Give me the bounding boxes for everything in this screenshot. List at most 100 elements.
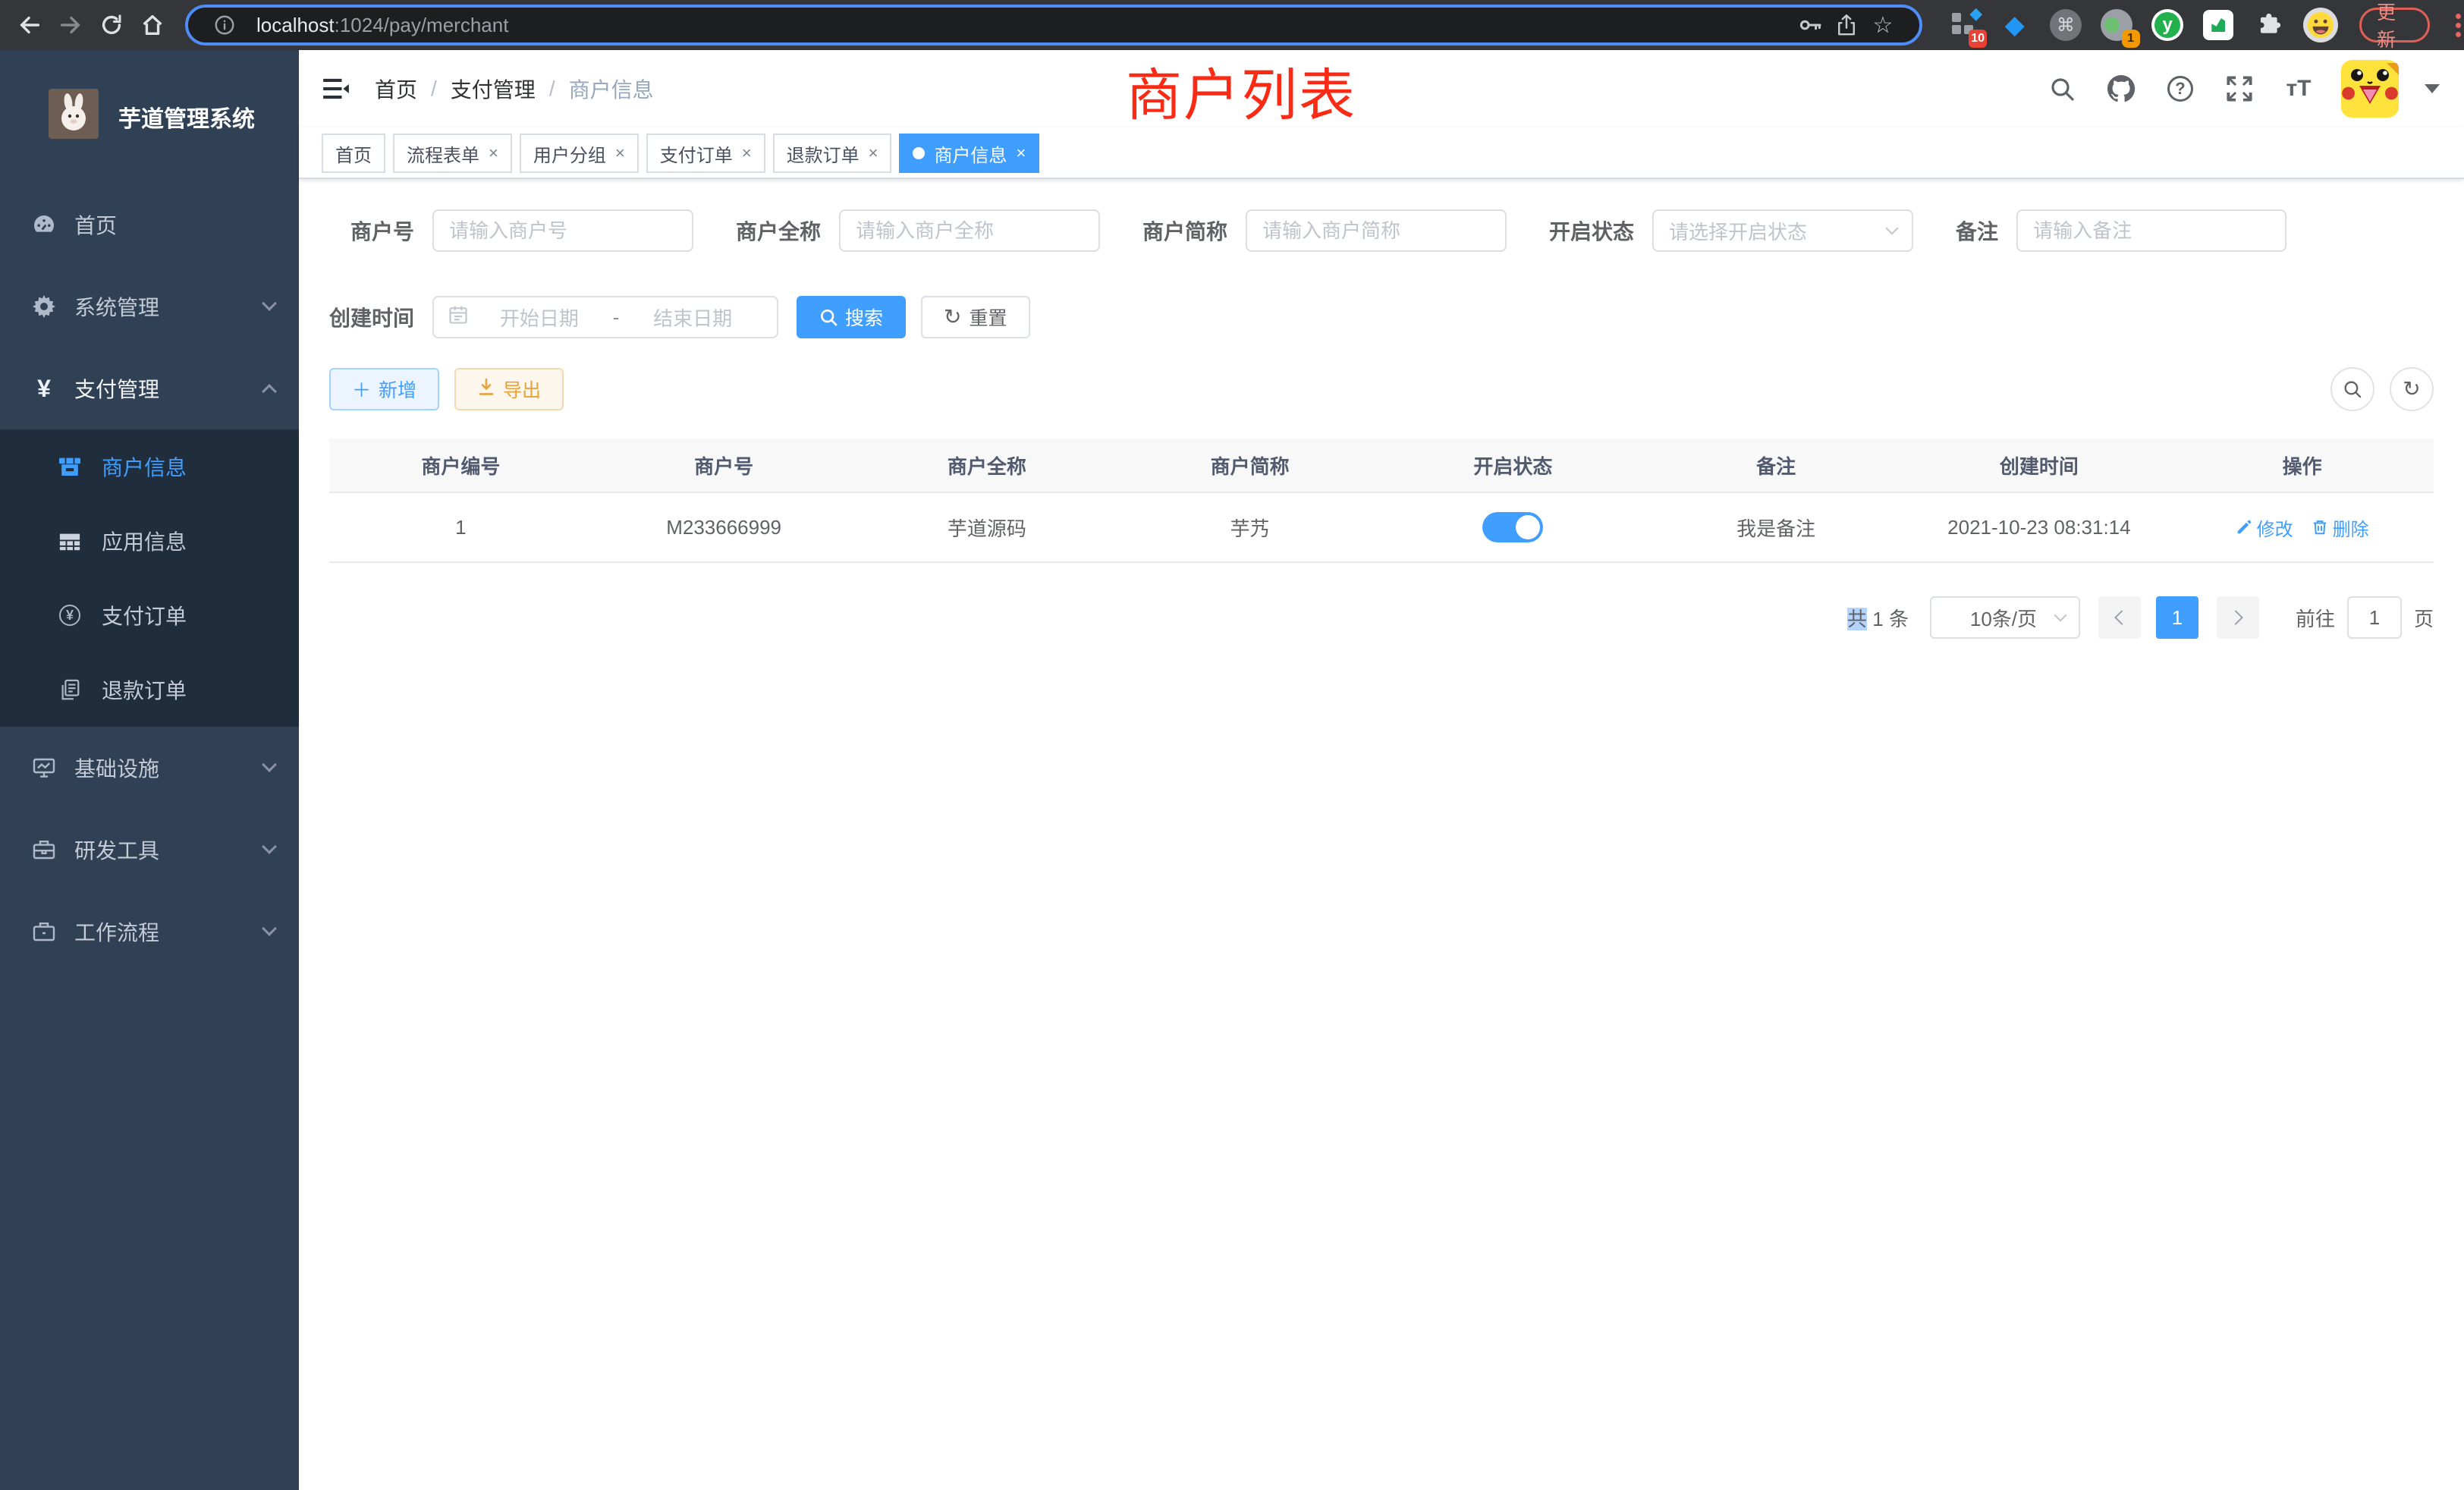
- browser-forward-icon[interactable]: [50, 5, 91, 46]
- cell-full-name: 芋道源码: [856, 514, 1119, 542]
- password-key-icon[interactable]: [1792, 7, 1828, 43]
- tags-view-bar: 首页 流程表单× 用户分组× 支付订单× 退款订单× 商户信息×: [299, 127, 2464, 179]
- cell-merchant-no: M233666999: [592, 516, 856, 539]
- goto-page-input[interactable]: [2347, 596, 2402, 639]
- browser-extensions: ◆ 10 ◆ ⌘ 1 y 更新: [1947, 7, 2464, 43]
- sidebar-item-workflow[interactable]: 工作流程: [0, 891, 299, 973]
- full-name-input[interactable]: [839, 209, 1100, 252]
- reset-button[interactable]: ↻ 重置: [921, 296, 1029, 338]
- breadcrumb-home[interactable]: 首页: [375, 74, 417, 104]
- create-time-range-picker[interactable]: 开始日期 - 结束日期: [432, 296, 778, 338]
- status-toggle[interactable]: [1482, 512, 1543, 542]
- sidebar-item-app-info[interactable]: 应用信息: [0, 504, 299, 578]
- y-extension-icon[interactable]: y: [2151, 7, 2185, 43]
- screen: localhost:1024/pay/merchant ☆ ◆ 10 ◆ ⌘ 1…: [0, 0, 2464, 1490]
- extension-badge: 10: [1969, 30, 1987, 48]
- plus-icon: ＋: [352, 376, 371, 403]
- cell-short-name: 芋艿: [1118, 514, 1381, 542]
- sidebar-item-pay[interactable]: ¥ 支付管理: [0, 347, 299, 429]
- tab-pay-order[interactable]: 支付订单×: [646, 134, 765, 173]
- close-icon[interactable]: ×: [489, 143, 498, 163]
- gear-icon: [26, 294, 62, 319]
- browser-home-icon[interactable]: [132, 5, 173, 46]
- monitor-icon: [26, 756, 62, 780]
- refresh-table-button[interactable]: ↻: [2390, 367, 2434, 411]
- user-avatar[interactable]: [2341, 60, 2399, 118]
- close-icon[interactable]: ×: [869, 143, 878, 163]
- pinned-extension-icon[interactable]: ◆ 10: [1947, 7, 1981, 43]
- chevron-down-icon: [2054, 609, 2066, 622]
- page-1-button[interactable]: 1: [2156, 596, 2198, 639]
- site-info-icon[interactable]: [206, 7, 243, 43]
- app-logo[interactable]: 芋道管理系统: [0, 50, 299, 184]
- active-dot: [913, 147, 925, 159]
- start-date-placeholder: 开始日期: [469, 303, 610, 332]
- remark-input[interactable]: [2016, 209, 2286, 252]
- refresh-icon: ↻: [2403, 379, 2420, 400]
- edit-link[interactable]: 修改: [2236, 514, 2293, 541]
- delete-link[interactable]: 删除: [2312, 514, 2369, 541]
- github-icon[interactable]: [2104, 72, 2138, 105]
- address-bar[interactable]: localhost:1024/pay/merchant ☆: [185, 5, 1922, 46]
- command-extension-icon[interactable]: ⌘: [2048, 7, 2082, 43]
- total-count: 共 1 条: [1847, 604, 1909, 632]
- pagination: 共 1 条 10条/页 1 前往 页: [329, 596, 2434, 639]
- tab-process-form[interactable]: 流程表单×: [393, 134, 512, 173]
- sidebar: 芋道管理系统 首页 系统管理 ¥ 支付管理: [0, 50, 299, 1490]
- next-page-button[interactable]: [2217, 596, 2259, 639]
- yen-circle-icon: ¥: [55, 605, 85, 626]
- tab-merchant-info[interactable]: 商户信息×: [899, 134, 1039, 173]
- avatar-caret-icon[interactable]: [2425, 84, 2440, 93]
- show-search-toggle-button[interactable]: [2330, 367, 2374, 411]
- gem-extension-icon[interactable]: ◆: [1997, 7, 2032, 43]
- url-text: localhost:1024/pay/merchant: [256, 14, 508, 37]
- help-icon[interactable]: ?: [2164, 72, 2197, 105]
- sidebar-item-home[interactable]: 首页: [0, 184, 299, 266]
- short-name-label: 商户简称: [1142, 215, 1246, 246]
- close-icon[interactable]: ×: [615, 143, 625, 163]
- tab-user-group[interactable]: 用户分组×: [520, 134, 639, 173]
- short-name-input[interactable]: [1246, 209, 1507, 252]
- status-select[interactable]: 请选择开启状态: [1652, 209, 1913, 252]
- chevron-down-icon: [262, 839, 277, 854]
- merchant-no-input[interactable]: [432, 209, 693, 252]
- close-icon[interactable]: ×: [1016, 143, 1026, 163]
- sidebar-item-devtools[interactable]: 研发工具: [0, 809, 299, 891]
- browser-menu-icon[interactable]: [2450, 8, 2464, 43]
- add-button[interactable]: ＋ 新增: [329, 368, 439, 410]
- browser-reload-icon[interactable]: [91, 5, 132, 46]
- tab-refund-order[interactable]: 退款订单×: [773, 134, 892, 173]
- breadcrumb-pay[interactable]: 支付管理: [451, 74, 536, 104]
- font-size-icon[interactable]: тT: [2282, 72, 2315, 105]
- notes-extension-icon[interactable]: [2202, 7, 2236, 43]
- share-icon[interactable]: [1828, 7, 1865, 43]
- sidebar-item-system[interactable]: 系统管理: [0, 266, 299, 347]
- profile-avatar-icon[interactable]: [2303, 7, 2338, 43]
- table-header: 商户编号 商户号 商户全称 商户简称 开启状态 备注 创建时间 操作: [329, 439, 2434, 493]
- header-search-icon[interactable]: [2045, 72, 2079, 105]
- sidebar-item-merchant-info[interactable]: 商户信息: [0, 429, 299, 504]
- page-size-select[interactable]: 10条/页: [1930, 596, 2080, 639]
- download-icon: [477, 378, 495, 401]
- search-button[interactable]: 搜索: [797, 296, 906, 338]
- prev-page-button[interactable]: [2098, 596, 2141, 639]
- top-navbar: 首页 / 支付管理 / 商户信息 ?: [299, 50, 2464, 127]
- goto-page: 前往 页: [2296, 596, 2434, 639]
- yen-icon: ¥: [26, 375, 62, 403]
- export-button[interactable]: 导出: [454, 368, 564, 410]
- fullscreen-icon[interactable]: [2223, 72, 2256, 105]
- sidebar-item-refund-order[interactable]: 退款订单: [0, 652, 299, 727]
- browser-back-icon[interactable]: [9, 5, 50, 46]
- url-path: :1024/pay/merchant: [335, 14, 509, 36]
- tab-home[interactable]: 首页: [322, 134, 385, 173]
- briefcase-icon: [26, 919, 62, 944]
- sidebar-item-infra[interactable]: 基础设施: [0, 727, 299, 809]
- bookmark-star-icon[interactable]: ☆: [1865, 7, 1901, 43]
- sidebar-item-pay-order[interactable]: ¥ 支付订单: [0, 578, 299, 652]
- close-icon[interactable]: ×: [742, 143, 752, 163]
- sidebar-toggle-icon[interactable]: [323, 77, 349, 100]
- puzzle-extensions-icon[interactable]: [2252, 7, 2286, 43]
- session-extension-icon[interactable]: 1: [2099, 7, 2133, 43]
- browser-update-button[interactable]: 更新: [2359, 8, 2430, 42]
- chevron-down-icon: [1886, 222, 1899, 235]
